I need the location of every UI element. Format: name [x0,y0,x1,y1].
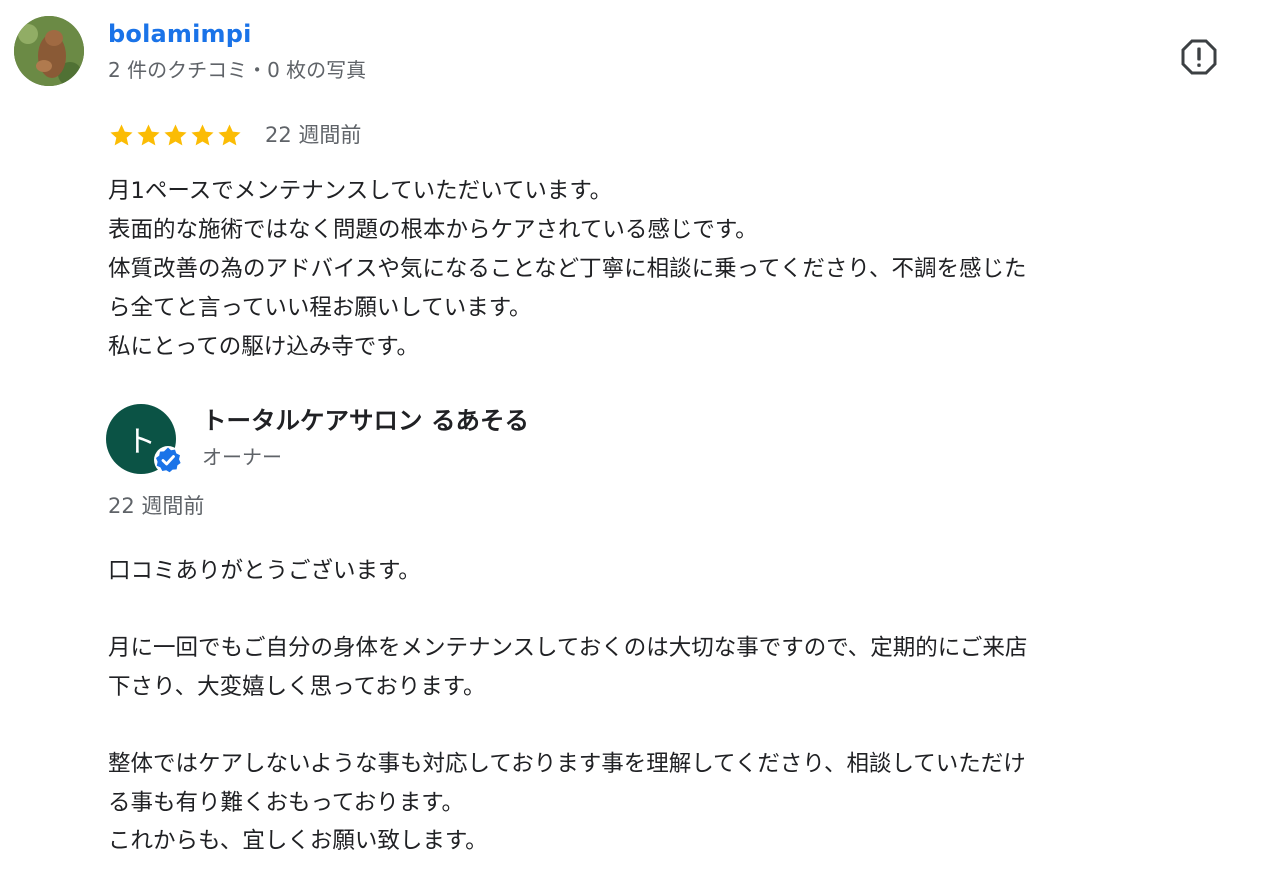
reviewer-avatar[interactable] [14,16,84,86]
rating-row: 22 週間前 [108,118,361,152]
owner-role: オーナー [202,445,282,469]
owner-name: トータルケアサロン るあそる [202,406,530,435]
review-date: 22 週間前 [265,123,362,147]
review-card: bolamimpi 2 件のクチコミ・0 枚の写真 22 週間前 月1ペースでメ… [0,0,1280,874]
user-photo-avatar-icon [14,16,84,86]
star-icon [164,123,187,145]
review-text: 月1ペースでメンテナンスしていただいています。 表面的な施術ではなく問題の根本か… [108,178,1027,360]
reviewer-meta: 2 件のクチコミ・0 枚の写真 [108,58,367,82]
owner-reply-text: 口コミありがとうございます。 月に一回でもご自分の身体をメンテナンスしておくのは… [108,558,1028,855]
star-icon [218,123,241,145]
report-flag-icon[interactable] [1180,38,1218,76]
star-rating [108,122,243,149]
star-icon [110,123,133,145]
reviewer-name[interactable]: bolamimpi [108,18,252,50]
star-icon [137,123,160,145]
verified-badge-icon [153,445,183,475]
star-icon [191,123,214,145]
owner-reply-date: 22 週間前 [108,494,205,518]
owner-avatar-letter: ト [126,425,156,460]
